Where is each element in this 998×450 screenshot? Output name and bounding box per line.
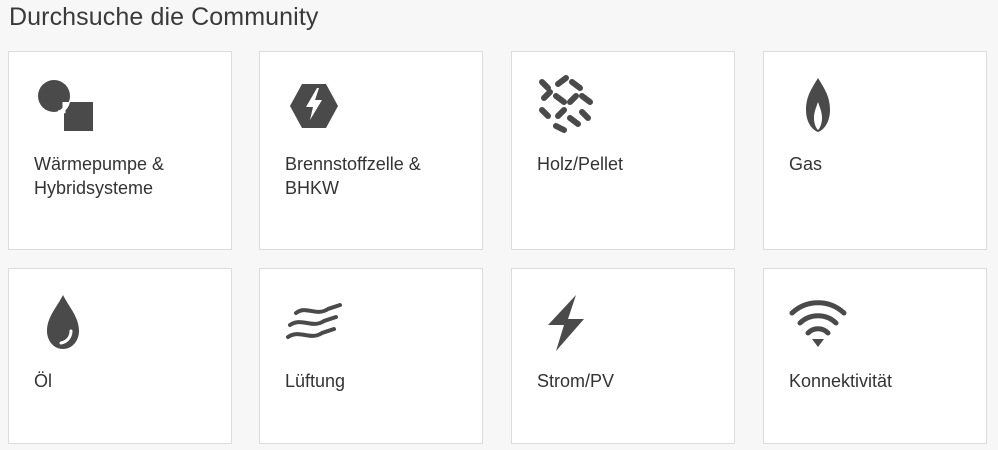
category-card-holz-pellet[interactable]: Holz/Pellet xyxy=(511,51,735,250)
category-label: Gas xyxy=(789,154,823,174)
ventilation-icon xyxy=(282,291,346,355)
heat-pump-icon xyxy=(31,74,95,138)
category-card-strom-pv[interactable]: Strom/PV xyxy=(511,268,735,444)
fuel-cell-icon xyxy=(282,74,346,138)
category-label: Konnektivität xyxy=(789,371,893,391)
category-label: Öl xyxy=(34,371,52,391)
category-card-lueftung[interactable]: Lüftung xyxy=(259,268,483,444)
section-title: Durchsuche die Community xyxy=(9,3,319,31)
category-label: Holz/Pellet xyxy=(537,154,624,174)
category-card-konnektivitaet[interactable]: Konnektivität xyxy=(763,268,987,444)
category-card-brennstoffzelle[interactable]: Brennstoffzelle & BHKW xyxy=(259,51,483,250)
category-card-gas[interactable]: Gas xyxy=(763,51,987,250)
oil-drop-icon xyxy=(31,291,95,355)
gas-flame-icon xyxy=(786,74,850,138)
lightning-icon xyxy=(534,291,598,355)
wood-pellet-icon xyxy=(534,74,598,138)
category-label: Brennstoffzelle & BHKW xyxy=(285,154,421,198)
category-label: Wärmepumpe & Hybridsysteme xyxy=(34,154,165,198)
category-card-waermepumpe[interactable]: Wärmepumpe & Hybridsysteme xyxy=(8,51,232,250)
category-label: Lüftung xyxy=(285,371,346,391)
category-card-oel[interactable]: Öl xyxy=(8,268,232,444)
category-label: Strom/PV xyxy=(537,371,615,391)
wifi-icon xyxy=(786,291,850,355)
community-section: Durchsuche die Community Wärmepumpe & Hy… xyxy=(0,0,998,450)
